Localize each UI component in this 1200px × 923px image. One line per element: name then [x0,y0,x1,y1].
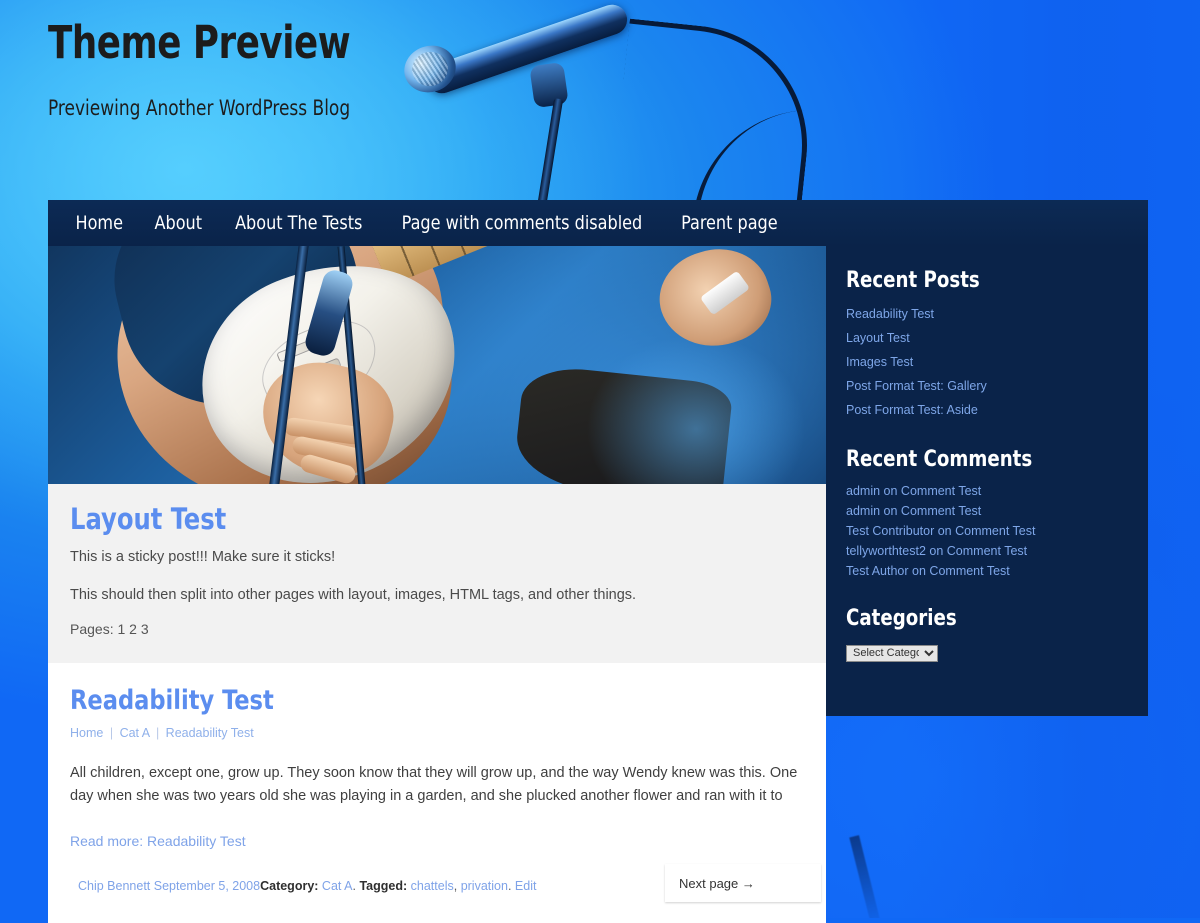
nav-item-about-the-tests[interactable]: About The Tests [222,206,376,240]
comment-post-link[interactable]: Comment Test [955,524,1035,538]
sticky-post-line-2: This should then split into other pages … [70,587,637,604]
read-more-link[interactable]: Read more: Readability Test [70,833,804,849]
pages-label: Pages: [70,620,114,637]
list-item: Readability Test [846,305,1128,323]
sidebar: Recent Posts Readability Test Layout Tes… [826,246,1148,716]
post-tag-chattels[interactable]: chattels [411,879,454,893]
categories-title: Categories [846,606,957,631]
recent-posts-list: Readability Test Layout Test Images Test… [846,305,1128,419]
comment-on-word: on [929,544,944,558]
tagged-label: Tagged: [359,878,408,893]
page-link-2[interactable]: 2 [129,621,137,637]
list-item: Test Contributor on Comment Test [846,524,1128,538]
page-link-1[interactable]: 1 [117,621,125,637]
primary-navigation: Home About About The Tests Page with com… [48,200,1148,246]
comment-post-link[interactable]: Comment Test [901,484,981,498]
nav-item-parent-page[interactable]: Parent page [668,206,791,240]
category-select[interactable]: Select Category [846,644,938,662]
comment-author[interactable]: admin [846,484,880,498]
comment-on-word: on [883,504,898,518]
widget-recent-posts: Recent Posts Readability Test Layout Tes… [826,268,1148,419]
stage-light-glow [586,334,806,484]
header-image [48,246,826,484]
list-item: Test Author on Comment Test [846,564,1128,578]
comment-post-link[interactable]: Comment Test [929,564,1009,578]
tags-period: . [507,878,512,893]
content-column: Layout Test This is a sticky post!!! Mak… [48,246,826,923]
widget-categories: Categories Select Category [826,606,1148,662]
comment-author[interactable]: admin [846,504,880,518]
comment-post-link[interactable]: Comment Test [947,544,1027,558]
sticky-post-title[interactable]: Layout Test [70,502,753,536]
recent-comments-list: admin on Comment Test admin on Comment T… [846,484,1128,578]
post-title[interactable]: Readability Test [70,685,753,716]
recent-post-link[interactable]: Post Format Test: Aside [846,403,978,417]
post-category[interactable]: Cat A [322,879,353,893]
sticky-post: Layout Test This is a sticky post!!! Mak… [48,484,826,663]
sticky-post-line-1: This is a sticky post!!! Make sure it st… [70,549,336,565]
comment-on-word: on [937,524,952,538]
breadcrumb-current: Readability Test [165,725,254,740]
recent-post-link[interactable]: Layout Test [846,331,910,345]
category-label: Category: [260,878,319,893]
next-page-button[interactable]: Next page → [665,864,821,902]
comment-author[interactable]: tellyworthtest2 [846,544,926,558]
breadcrumb: Home | Cat A | Readability Test [70,726,804,740]
breadcrumb-separator: | [155,725,160,740]
list-item: tellyworthtest2 on Comment Test [846,544,1128,558]
post-excerpt: All children, except one, grow up. They … [70,764,798,805]
breadcrumb-category[interactable]: Cat A [120,726,150,740]
comment-author[interactable]: Test Author [846,564,909,578]
recent-posts-title: Recent Posts [846,268,980,293]
nav-item-page-with-comments-disabled[interactable]: Page with comments disabled [389,206,656,240]
comment-author[interactable]: Test Contributor [846,524,934,538]
comment-on-word: on [883,484,898,498]
post-date[interactable]: September 5, 2008 [154,879,260,893]
site-branding: Theme Preview Previewing Another WordPre… [48,17,748,121]
breadcrumb-home[interactable]: Home [70,726,103,740]
page-link-3[interactable]: 3 [141,621,149,637]
site-title[interactable]: Theme Preview [48,17,664,68]
list-item: admin on Comment Test [846,504,1128,518]
post-pagination: Pages: 1 2 3 [70,621,804,637]
edit-post-link[interactable]: Edit [515,879,537,893]
list-item: Post Format Test: Aside [846,401,1128,419]
main-columns: Layout Test This is a sticky post!!! Mak… [48,246,1148,923]
site-description: Previewing Another WordPress Blog [48,96,351,121]
recent-post-link[interactable]: Post Format Test: Gallery [846,379,987,393]
comment-post-link[interactable]: Comment Test [901,504,981,518]
list-item: Images Test [846,353,1128,371]
page-wrapper: Home About About The Tests Page with com… [48,200,1148,923]
nav-item-about[interactable]: About [141,206,215,240]
breadcrumb-separator: | [109,725,114,740]
comment-on-word: on [912,564,926,578]
list-item: Layout Test [846,329,1128,347]
widget-recent-comments: Recent Comments admin on Comment Test ad… [826,447,1148,578]
recent-post-link[interactable]: Images Test [846,355,913,369]
list-item: Post Format Test: Gallery [846,377,1128,395]
post-tag-privation[interactable]: privation [461,879,508,893]
category-period: . [352,878,356,893]
nav-item-home[interactable]: Home [62,206,136,240]
post-author[interactable]: Chip Bennett [78,879,150,893]
list-item: admin on Comment Test [846,484,1128,498]
recent-post-link[interactable]: Readability Test [846,307,934,321]
recent-comments-title: Recent Comments [846,447,1033,472]
